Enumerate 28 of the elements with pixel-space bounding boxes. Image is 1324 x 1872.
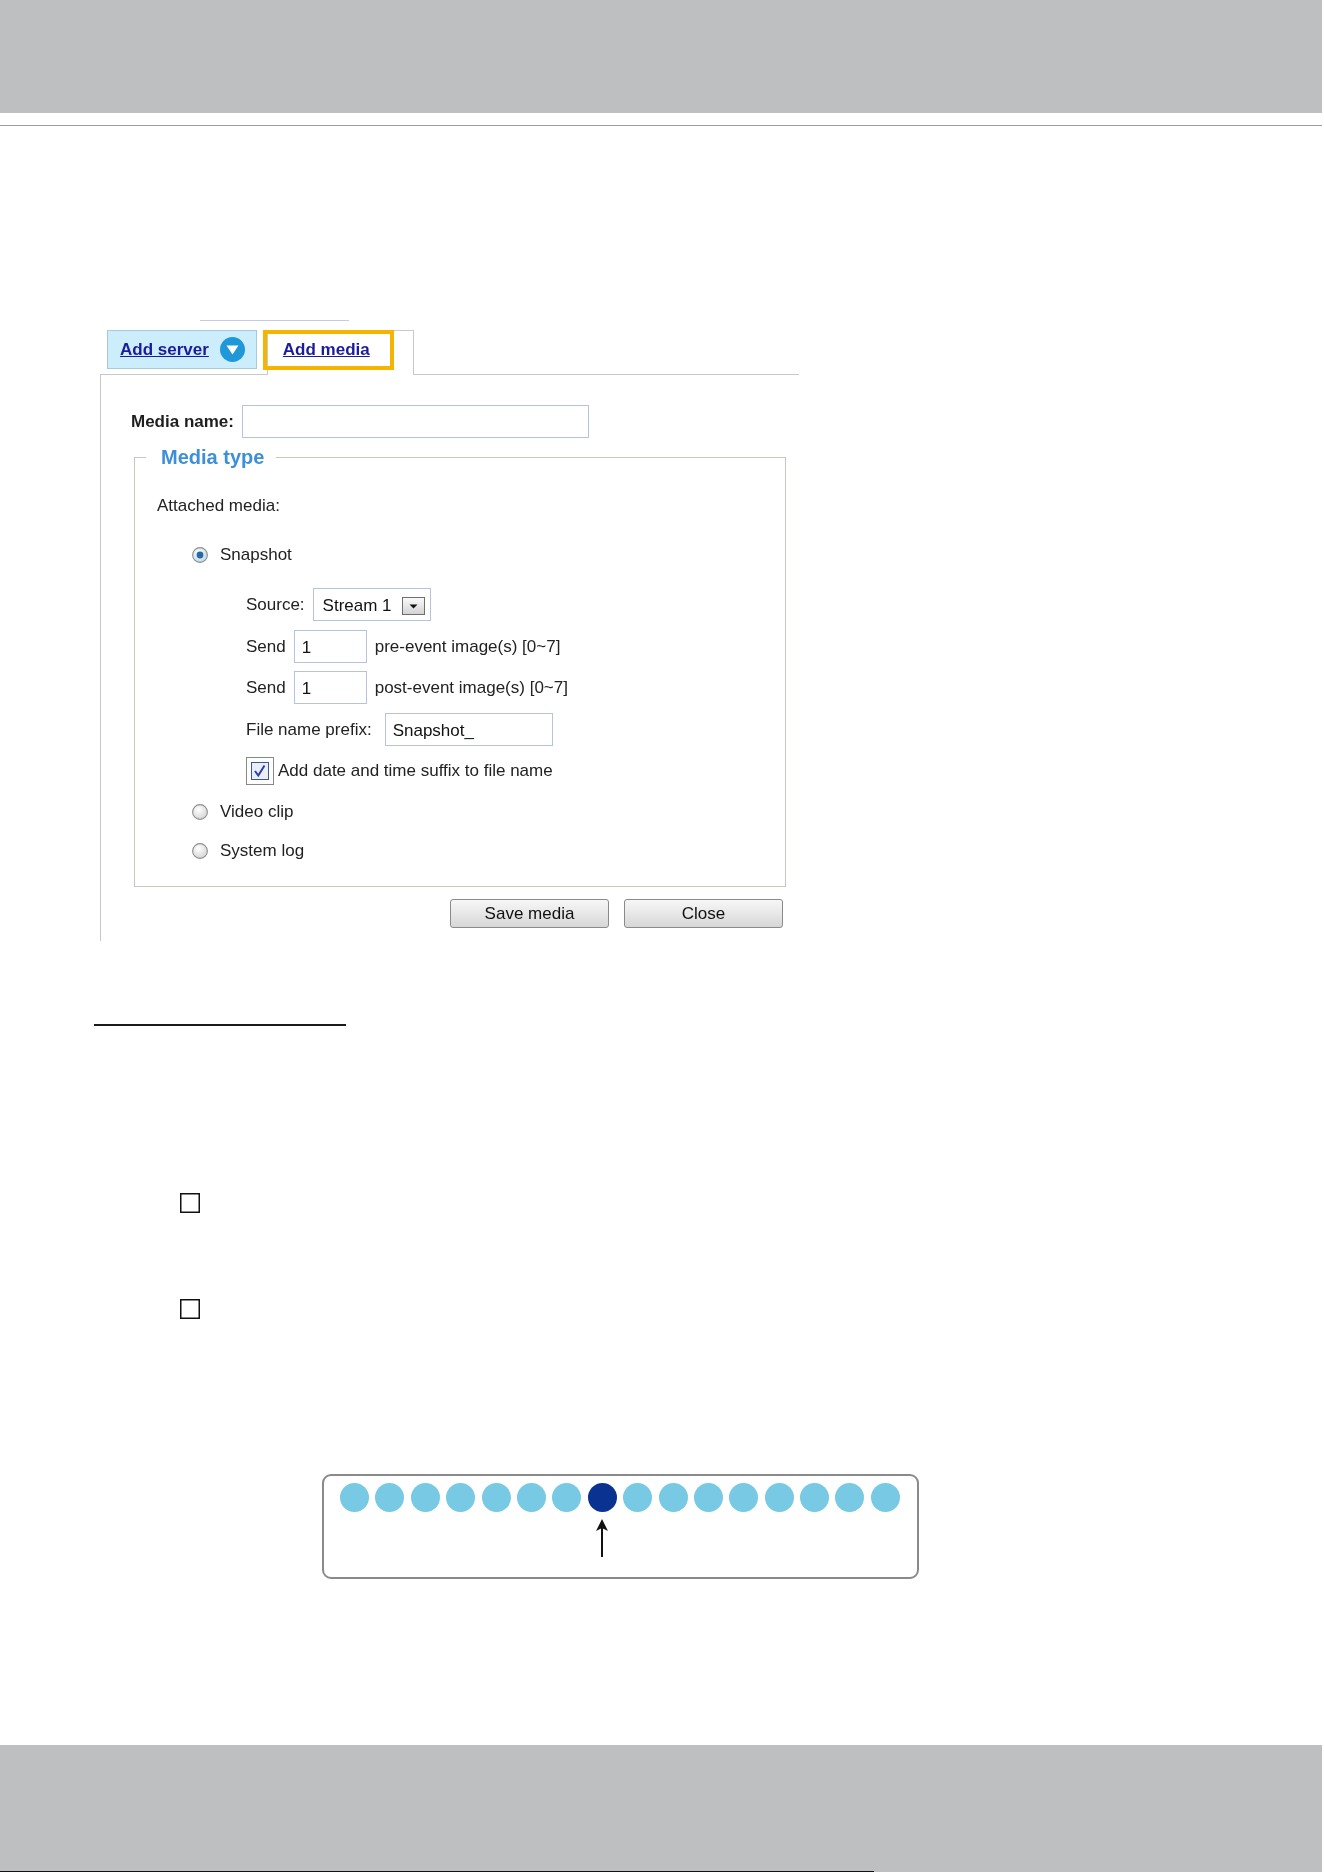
tab[interactable]: Add server	[107, 330, 257, 369]
count-input[interactable]: 1	[293, 630, 367, 663]
count-input[interactable]: 1	[293, 671, 367, 704]
radio-label: Snapshot	[220, 544, 292, 566]
source-dropdown[interactable]: Stream 1	[312, 588, 431, 621]
field-label: Send	[246, 676, 286, 699]
prefix-input[interactable]: Snapshot_	[384, 713, 553, 746]
checkbox[interactable]	[246, 757, 274, 785]
prompt-label: Attached media:	[157, 495, 280, 517]
group-legend: Media type	[146, 446, 277, 468]
media-name-input[interactable]	[242, 405, 589, 438]
radio-button[interactable]	[192, 547, 208, 563]
field-label: File name prefix:	[246, 718, 372, 741]
push-button[interactable]: Close	[624, 899, 783, 928]
tab[interactable]: Add media	[266, 330, 414, 375]
field-label: Media name:	[131, 411, 234, 432]
radio-label: Video clip	[220, 801, 294, 823]
field-label: Send	[246, 635, 286, 658]
radio-button[interactable]	[192, 804, 208, 820]
field-suffix: post-event image(s) [0~7]	[374, 676, 568, 699]
push-button[interactable]: Save media	[450, 899, 609, 928]
checkbox-label: Add date and time suffix to file name	[278, 760, 553, 782]
field-label: Source:	[246, 593, 305, 616]
down-circle-icon[interactable]	[219, 337, 245, 362]
field-suffix: pre-event image(s) [0~7]	[374, 635, 561, 658]
radio-label: System log	[220, 840, 305, 862]
caret-icon[interactable]	[401, 596, 425, 615]
radio-button[interactable]	[192, 843, 208, 859]
